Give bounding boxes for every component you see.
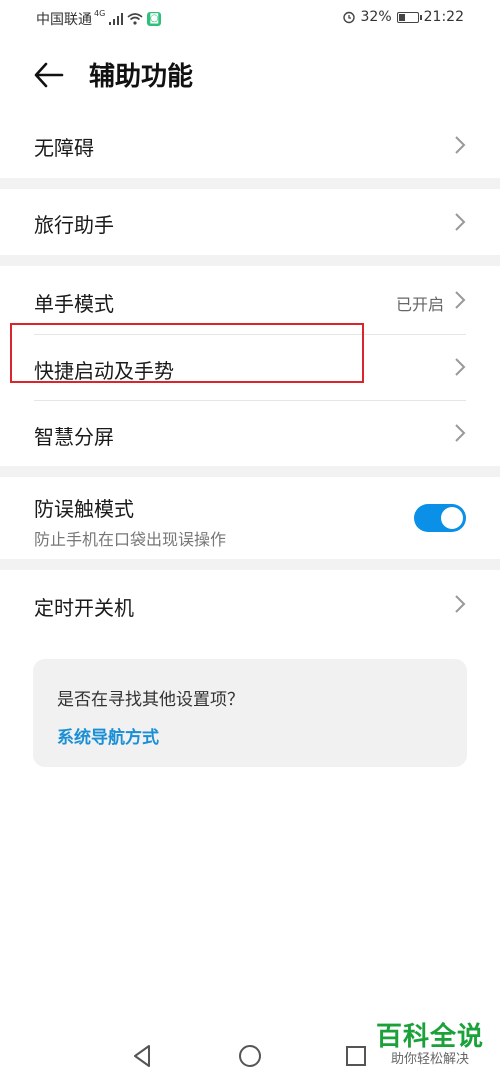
section-divider	[0, 559, 500, 570]
anti-mistouch-toggle[interactable]	[414, 504, 466, 532]
setting-smart-split-screen[interactable]: 智慧分屏	[0, 401, 500, 466]
chevron-right-icon	[455, 291, 466, 309]
nav-recents-icon[interactable]	[342, 1042, 370, 1070]
wifi-icon	[127, 13, 143, 25]
setting-subtitle: 防止手机在口袋出现误操作	[34, 530, 227, 549]
battery-icon	[396, 11, 422, 23]
battery-percent: 32%	[360, 9, 392, 25]
carrier-name: 中国联通	[36, 12, 92, 28]
setting-label: 防误触模式	[34, 497, 134, 521]
section-divider	[0, 178, 500, 189]
page-title: 辅助功能	[89, 62, 194, 92]
setting-label: 单手模式	[34, 292, 114, 316]
chevron-right-icon	[455, 136, 466, 154]
chevron-right-icon	[455, 424, 466, 442]
chevron-right-icon	[455, 213, 466, 231]
chevron-right-icon	[455, 595, 466, 613]
status-left: 中国联通 4G ◙	[36, 8, 162, 29]
section-divider	[0, 466, 500, 477]
signal-icon	[109, 13, 124, 25]
chevron-right-icon	[455, 358, 466, 376]
nav-home-icon[interactable]	[236, 1042, 264, 1070]
app-notification-icon: ◙	[147, 12, 162, 26]
setting-scheduled-power[interactable]: 定时开关机	[0, 570, 500, 638]
watermark: 百科全说 助你轻松解决	[376, 1022, 484, 1068]
setting-label: 定时开关机	[34, 596, 134, 620]
alarm-icon	[342, 11, 355, 24]
setting-label: 无障碍	[34, 136, 94, 160]
watermark-subtitle: 助你轻松解决	[390, 1052, 469, 1067]
header: 辅助功能	[0, 40, 500, 110]
network-type: 4G	[94, 8, 106, 18]
setting-value: 已开启	[395, 295, 444, 314]
setting-anti-mistouch: 防误触模式 防止手机在口袋出现误操作	[0, 477, 500, 559]
setting-label: 智慧分屏	[34, 425, 114, 449]
section-divider	[0, 255, 500, 266]
highlight-box	[10, 323, 364, 383]
setting-accessibility[interactable]: 无障碍	[0, 112, 500, 178]
system-navigation-link[interactable]: 系统导航方式	[57, 723, 159, 748]
watermark-title: 百科全说	[375, 1022, 484, 1052]
status-right: 32% 21:22	[342, 9, 464, 25]
suggestion-card: 是否在寻找其他设置项？ 系统导航方式	[33, 659, 467, 767]
toggle-knob	[441, 507, 463, 529]
suggestion-text: 是否在寻找其他设置项？	[57, 690, 244, 710]
status-time: 21:22	[423, 9, 464, 25]
back-arrow-icon[interactable]	[30, 58, 70, 92]
status-bar: 中国联通 4G ◙ 32% 21:22	[0, 0, 500, 36]
setting-label: 旅行助手	[34, 213, 114, 237]
nav-back-icon[interactable]	[129, 1042, 157, 1070]
setting-travel-assistant[interactable]: 旅行助手	[0, 189, 500, 255]
